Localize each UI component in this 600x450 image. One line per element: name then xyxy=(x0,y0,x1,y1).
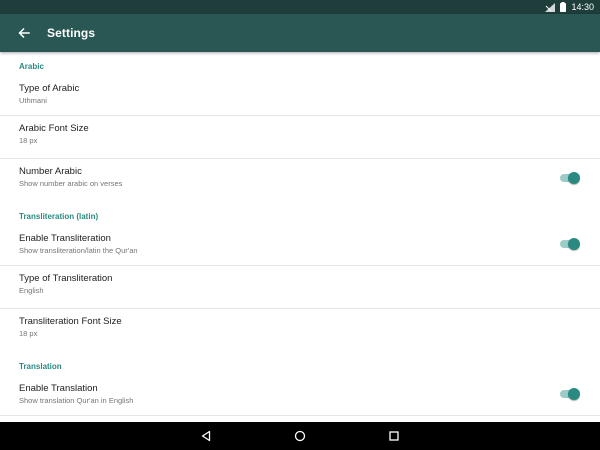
pref-summary: Show translation Qur'an in English xyxy=(19,396,134,405)
arrow-left-icon xyxy=(18,27,30,39)
nav-home-button[interactable] xyxy=(289,425,311,447)
enable-transliteration-switch[interactable] xyxy=(560,238,580,250)
pref-title: Type of Transliteration xyxy=(19,273,113,284)
switch-thumb xyxy=(568,238,580,250)
switch-thumb xyxy=(568,388,580,400)
signal-icon xyxy=(545,2,556,12)
pref-enable-transliteration[interactable]: Enable Transliteration Show transliterat… xyxy=(0,232,600,266)
pref-enable-translation[interactable]: Enable Translation Show translation Qur'… xyxy=(0,382,600,416)
pref-title: Arabic Font Size xyxy=(19,123,89,134)
pref-summary: 18 px xyxy=(19,329,38,338)
number-arabic-switch[interactable] xyxy=(560,172,580,184)
navigation-bar xyxy=(0,422,600,450)
pref-summary: English xyxy=(19,286,44,295)
pref-title: Enable Translation xyxy=(19,383,98,394)
section-header-transliteration: Transliteration (latin) xyxy=(19,212,99,221)
nav-recents-button[interactable] xyxy=(383,425,405,447)
recents-square-icon xyxy=(389,431,399,441)
home-circle-icon xyxy=(294,430,306,442)
back-button[interactable] xyxy=(14,23,34,43)
pref-summary: Uthmani xyxy=(19,96,47,105)
nav-back-button[interactable] xyxy=(195,425,217,447)
switch-thumb xyxy=(568,172,580,184)
pref-summary: Show number arabic on verses xyxy=(19,179,123,188)
pref-type-of-arabic[interactable]: Type of Arabic Uthmani xyxy=(0,82,600,116)
page-title: Settings xyxy=(47,26,96,40)
app-bar: Settings xyxy=(0,14,600,52)
section-header-translation: Translation xyxy=(19,362,62,371)
pref-title: Type of Arabic xyxy=(19,83,80,94)
pref-title: Number Arabic xyxy=(19,166,82,177)
pref-arabic-font-size[interactable]: Arabic Font Size 18 px xyxy=(0,116,600,159)
battery-icon xyxy=(560,2,567,12)
back-triangle-icon xyxy=(201,430,211,442)
settings-list[interactable]: Arabic Type of Arabic Uthmani Arabic Fon… xyxy=(0,52,600,422)
pref-number-arabic[interactable]: Number Arabic Show number arabic on vers… xyxy=(0,159,600,202)
pref-type-of-transliteration[interactable]: Type of Transliteration English xyxy=(0,266,600,309)
status-bar: 14:30 xyxy=(0,0,600,14)
pref-summary: 18 px xyxy=(19,136,38,145)
status-time: 14:30 xyxy=(571,2,594,12)
enable-translation-switch[interactable] xyxy=(560,388,580,400)
pref-title: Enable Transliteration xyxy=(19,233,111,244)
pref-title: Transliteration Font Size xyxy=(19,316,122,327)
pref-transliteration-font-size[interactable]: Transliteration Font Size 18 px xyxy=(0,309,600,352)
section-header-arabic: Arabic xyxy=(19,62,44,71)
pref-summary: Show transliteration/latin the Qur'an xyxy=(19,246,138,255)
